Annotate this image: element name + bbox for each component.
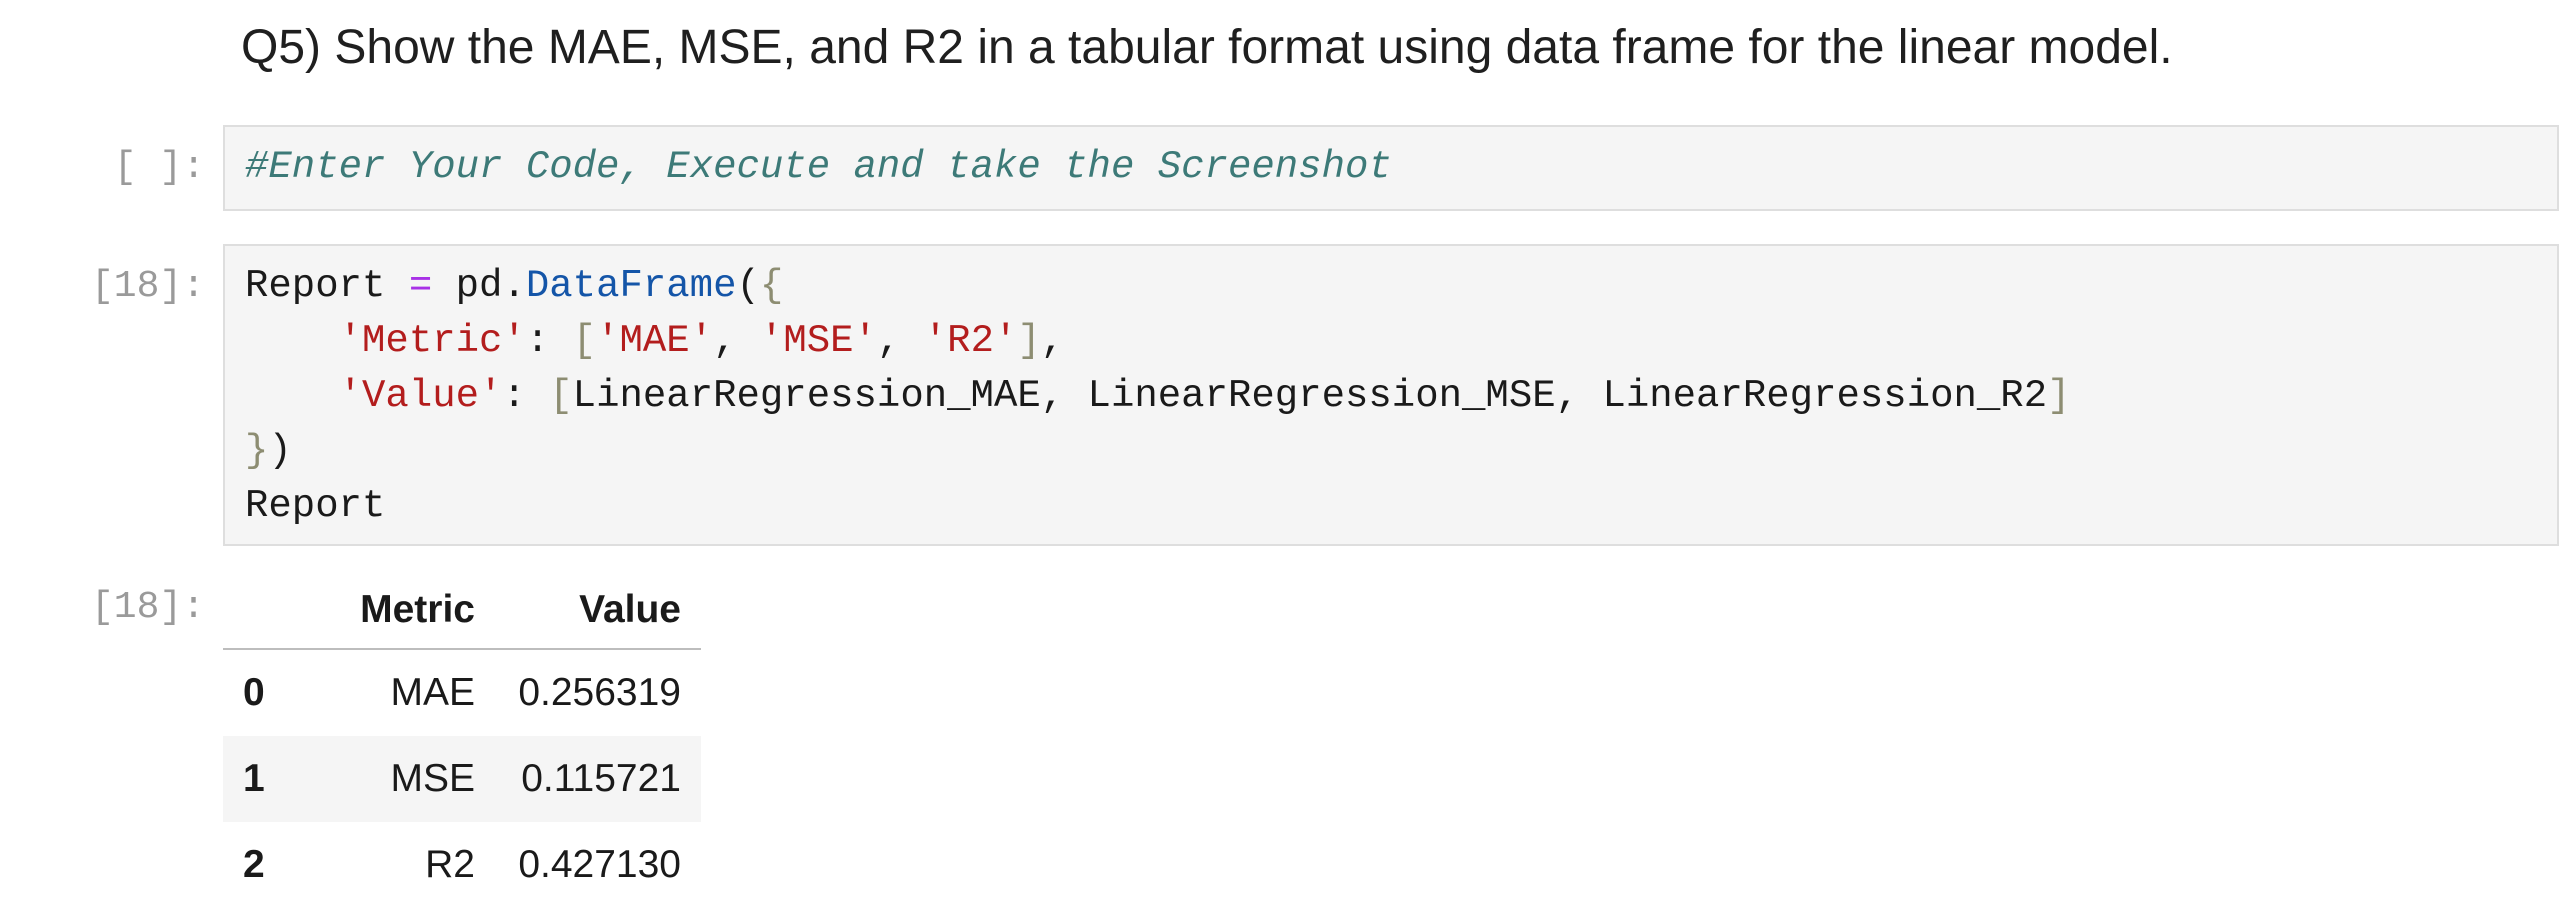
code-line: Report bbox=[245, 479, 385, 534]
code-token: = bbox=[408, 264, 433, 308]
row-index: 2 bbox=[243, 843, 265, 886]
code-token: [ bbox=[549, 374, 573, 418]
metric-cell: MSE bbox=[390, 757, 475, 800]
code-token: 'MSE' bbox=[759, 319, 877, 363]
code-token: 'Metric' bbox=[338, 319, 526, 363]
code-token: Report bbox=[245, 264, 409, 308]
code-token: } bbox=[245, 429, 269, 473]
code-token: { bbox=[759, 264, 784, 308]
code-token: 'MAE' bbox=[596, 319, 714, 363]
value-cell: 0.427130 bbox=[518, 843, 681, 886]
code-line: 'Value': [LinearRegression_MAE, LinearRe… bbox=[245, 369, 2071, 424]
metric-header: Metric bbox=[305, 572, 495, 650]
input-prompt-empty: [ ]: bbox=[113, 146, 205, 189]
notebook: Q5) Show the MAE, MSE, and R2 in a tabul… bbox=[0, 0, 2576, 920]
code-token: , bbox=[876, 319, 924, 363]
value-header: Value bbox=[495, 572, 701, 650]
output-prompt: [18]: bbox=[90, 586, 205, 629]
metric-cell: R2 bbox=[425, 843, 475, 886]
code-line: Report = pd.DataFrame({ bbox=[245, 259, 783, 314]
metric-cell: MAE bbox=[390, 671, 475, 714]
code-token: [ bbox=[572, 319, 597, 363]
code-input-executed[interactable]: Report = pd.DataFrame({ 'Metric': ['MAE'… bbox=[223, 244, 2559, 546]
table-header-row: Metric Value bbox=[223, 572, 701, 650]
table-row: 2 R2 0.427130 bbox=[223, 822, 701, 908]
code-token: , bbox=[1040, 319, 1065, 363]
code-token: ( bbox=[736, 264, 760, 308]
row-index: 1 bbox=[243, 757, 265, 800]
code-token: pd. bbox=[432, 264, 526, 308]
index-header bbox=[223, 572, 305, 650]
code-line: #Enter Your Code, Execute and take the S… bbox=[245, 140, 1392, 195]
code-token: , bbox=[713, 319, 760, 363]
code-token: DataFrame bbox=[525, 264, 737, 308]
code-token: LinearRegression_MAE, LinearRegression_M… bbox=[572, 374, 2048, 418]
dataframe-output: Metric Value 0 MAE 0.256319 1 MSE 0.1157… bbox=[223, 572, 701, 908]
markdown-cell[interactable]: Q5) Show the MAE, MSE, and R2 in a tabul… bbox=[241, 12, 2541, 84]
code-token: : bbox=[502, 374, 550, 418]
input-prompt-executed: [18]: bbox=[90, 265, 205, 308]
code-input-empty[interactable]: #Enter Your Code, Execute and take the S… bbox=[223, 125, 2559, 211]
code-token: ) bbox=[268, 429, 292, 473]
code-token: 'Value' bbox=[338, 374, 503, 418]
code-token: 'R2' bbox=[923, 319, 1018, 363]
table-row: 1 MSE 0.115721 bbox=[223, 736, 701, 822]
value-cell: 0.115721 bbox=[521, 757, 681, 800]
code-line: }) bbox=[245, 424, 292, 479]
row-index: 0 bbox=[243, 671, 265, 714]
code-line: 'Metric': ['MAE', 'MSE', 'R2'], bbox=[245, 314, 1065, 369]
table-row: 0 MAE 0.256319 bbox=[223, 649, 701, 736]
code-token: ] bbox=[1017, 319, 1041, 363]
value-cell: 0.256319 bbox=[518, 671, 681, 714]
code-token: #Enter Your Code, Execute and take the S… bbox=[245, 145, 1392, 189]
code-token: : bbox=[525, 319, 573, 363]
question-heading: Q5) Show the MAE, MSE, and R2 in a tabul… bbox=[241, 21, 2173, 74]
code-token: ] bbox=[2047, 374, 2071, 418]
code-token: Report bbox=[245, 484, 386, 528]
